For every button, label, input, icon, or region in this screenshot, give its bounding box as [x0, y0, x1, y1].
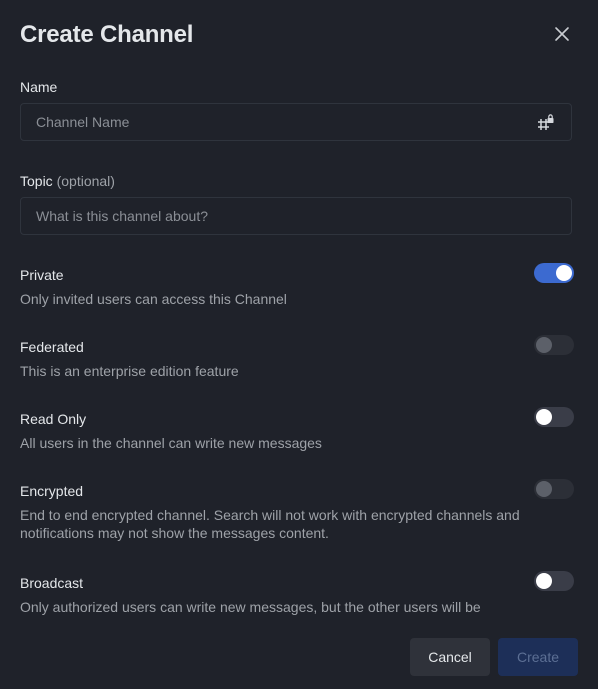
name-label: Name	[20, 79, 58, 95]
option-title: Broadcast	[20, 575, 84, 591]
toggle-knob	[536, 337, 552, 353]
toggle-knob	[556, 265, 572, 281]
modal-header: Create Channel	[20, 18, 578, 52]
topic-label: Topic (optional)	[20, 172, 115, 190]
option-description: This is an enterprise edition feature	[20, 363, 239, 379]
close-icon	[555, 27, 569, 41]
federated-toggle[interactable]	[534, 335, 574, 355]
name-input-wrapper	[20, 103, 572, 141]
topic-label-text: Topic	[20, 173, 53, 189]
option-broadcast: Broadcast Only authorized users can writ…	[20, 571, 574, 616]
option-title: Federated	[20, 339, 84, 355]
topic-input[interactable]	[21, 198, 571, 234]
close-button[interactable]	[552, 24, 572, 44]
option-read-only: Read Only All users in the channel can w…	[20, 407, 574, 452]
private-toggle[interactable]	[534, 263, 574, 283]
toggle-knob	[536, 573, 552, 589]
option-description: Only authorized users can write new mess…	[20, 599, 481, 615]
hash-lock-icon	[538, 114, 554, 130]
read-only-toggle[interactable]	[534, 407, 574, 427]
channel-name-input[interactable]	[21, 104, 571, 140]
option-title: Read Only	[20, 411, 87, 427]
toggle-knob	[536, 409, 552, 425]
option-description: Only invited users can access this Chann…	[20, 291, 287, 307]
topic-input-wrapper	[20, 197, 572, 235]
option-description: All users in the channel can write new m…	[20, 435, 322, 451]
toggle-knob	[536, 481, 552, 497]
broadcast-toggle[interactable]	[534, 571, 574, 591]
option-title: Private	[20, 267, 64, 283]
option-federated: Federated This is an enterprise edition …	[20, 335, 574, 380]
create-channel-modal: Create Channel Name Topic (optional) Pri…	[0, 0, 598, 689]
cancel-button[interactable]: Cancel	[410, 638, 490, 676]
topic-optional-hint: (optional)	[56, 173, 115, 189]
modal-title: Create Channel	[20, 21, 194, 48]
option-title: Encrypted	[20, 483, 84, 499]
option-encrypted: Encrypted End to end encrypted channel. …	[20, 479, 574, 542]
encrypted-toggle[interactable]	[534, 479, 574, 499]
create-button[interactable]: Create	[498, 638, 578, 676]
modal-footer: Cancel Create	[410, 638, 578, 676]
option-description: End to end encrypted channel. Search wil…	[20, 507, 520, 541]
option-private: Private Only invited users can access th…	[20, 263, 574, 308]
